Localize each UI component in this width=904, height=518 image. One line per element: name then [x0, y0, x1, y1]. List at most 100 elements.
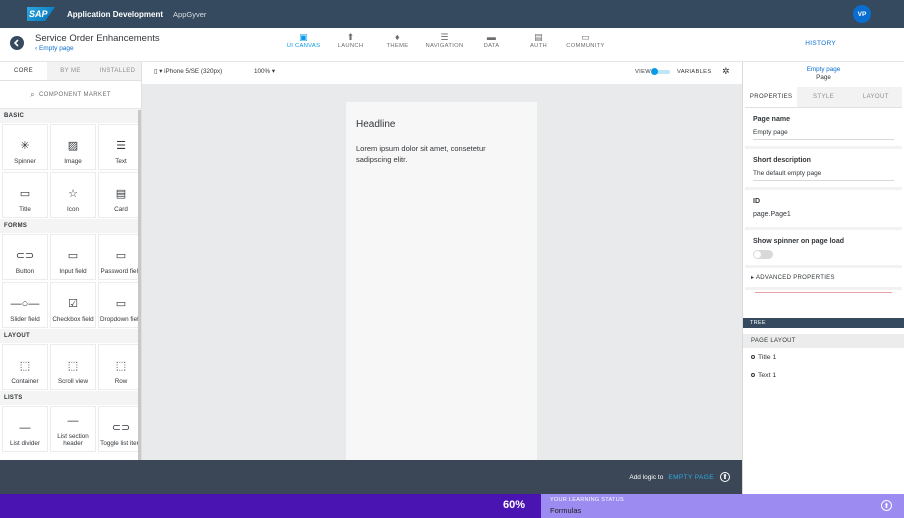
input-field-icon: ▭ [67, 250, 79, 262]
main-nav: ▣ UI CANVAS ⬆ LAUNCH ♦ THEME ☰ NAVIGATION ▬ D… [280, 31, 609, 49]
theme-icon: ♦ [395, 32, 400, 42]
back-icon[interactable] [10, 36, 24, 50]
headline-title[interactable]: Headline [356, 119, 395, 130]
community-icon: ▭ [581, 32, 590, 42]
add-logic[interactable]: Add logic to EMPTY PAGE ⬆ [629, 472, 730, 482]
node-icon [751, 355, 755, 359]
bug-icon[interactable]: ✲ [722, 66, 730, 77]
component-button[interactable]: ⊂⊃ Button [2, 234, 48, 280]
list-divider-icon: — [19, 422, 31, 434]
auth-icon: ▤ [534, 32, 543, 42]
short-description-property: Short description The default empty page [745, 149, 902, 190]
component-tabs: CORE BY ME INSTALLED [0, 62, 141, 81]
toggle-icon: ⊂⊃ [111, 422, 131, 434]
component-toggle-list-item[interactable]: ⊂⊃ Toggle list item [98, 406, 141, 452]
app-subtitle: AppGyver [173, 9, 207, 19]
expand-icon[interactable]: ⬆ [720, 472, 730, 482]
component-image[interactable]: ▨ Image [50, 124, 96, 170]
component-text[interactable]: ☰ Text [98, 124, 141, 170]
zoom-selector[interactable]: 100% ▾ [254, 68, 275, 75]
component-icon[interactable]: ☆ Icon [50, 172, 96, 218]
component-dropdown-field[interactable]: ▭ Dropdown field [98, 282, 141, 328]
device-selector[interactable]: ▯ ▾ iPhone 5/SE (320px) [154, 68, 222, 75]
row-icon: ⬚ [115, 360, 127, 372]
component-card[interactable]: ▤ Card [98, 172, 141, 218]
short-description-input[interactable]: The default empty page [753, 170, 894, 181]
nav-data[interactable]: ▬ DATA [468, 31, 515, 49]
component-checkbox-field[interactable]: ☑ Checkbox field [50, 282, 96, 328]
component-container[interactable]: ⬚ Container [2, 344, 48, 390]
nav-launch[interactable]: ⬆ LAUNCH [327, 31, 374, 49]
avatar[interactable]: VP [853, 5, 871, 23]
section-basic: BASIC [0, 109, 141, 123]
history-link[interactable]: HISTORY [805, 40, 836, 47]
section-layout: LAYOUT [0, 329, 141, 343]
data-icon: ▬ [486, 32, 497, 42]
logic-bar: Add logic to EMPTY PAGE ⬆ [0, 460, 742, 494]
app-header: Service Order Enhancements ‹ Empty page … [0, 28, 904, 62]
logic-target[interactable]: EMPTY PAGE [668, 474, 714, 481]
component-title[interactable]: ▭ Title [2, 172, 48, 218]
properties-panel: Empty page Page PROPERTIES STYLE LAYOUT … [742, 62, 904, 494]
page-label: Page [816, 74, 831, 81]
breadcrumb[interactable]: ‹ Empty page [35, 45, 74, 52]
component-spinner[interactable]: ✳ Spinner [2, 124, 48, 170]
tab-layout[interactable]: LAYOUT [849, 87, 902, 107]
spinner-icon: ✳ [20, 140, 30, 152]
section-lists: LISTS [0, 391, 141, 405]
tab-style[interactable]: STYLE [797, 87, 850, 107]
dropdown-icon: ▭ [115, 298, 127, 310]
learning-status[interactable]: YOUR LEARNING STATUS Formulas ⬆ [541, 494, 904, 518]
section-forms: FORMS [0, 219, 141, 233]
learning-status-value: Formulas [550, 506, 582, 515]
shell-bar: SAP Application Development AppGyver VP [0, 0, 904, 28]
component-list-section-header[interactable]: — List section header [50, 406, 96, 452]
component-password-field[interactable]: ▭ Password field [98, 234, 141, 280]
tab-properties[interactable]: PROPERTIES [745, 87, 798, 107]
canvas-toolbar: ▯ ▾ iPhone 5/SE (320px) 100% ▾ VIEW VARI… [142, 62, 742, 84]
tree-node-title[interactable]: Title 1 [751, 354, 776, 361]
sap-logo[interactable]: SAP [27, 7, 55, 21]
project-title: Service Order Enhancements [35, 33, 160, 44]
components-scrollbar[interactable] [138, 110, 141, 460]
page-name-input[interactable]: Empty page [753, 129, 894, 140]
spinner-property: Show spinner on page load [745, 230, 902, 268]
basic-grid: ✳ Spinner ▨ Image ☰ Text ▭ Title ☆ Icon ▤ Card [0, 123, 141, 219]
paragraph-text[interactable]: Lorem ipsum dolor sit amet, consetetur s… [356, 143, 521, 165]
checkbox-icon: ☑ [68, 298, 78, 310]
scroll-view-icon: ⬚ [67, 360, 79, 372]
lists-grid: — List divider — List section header ⊂⊃ Tog… [0, 405, 141, 453]
nav-community[interactable]: ▭ COMMUNITY [562, 31, 609, 49]
tab-core[interactable]: CORE [0, 62, 47, 80]
tree-header[interactable]: TREE [743, 318, 904, 328]
tab-by-me[interactable]: BY ME [47, 62, 94, 80]
button-icon: ⊂⊃ [15, 250, 35, 262]
star-icon: ☆ [68, 188, 78, 200]
text-icon: ☰ [116, 140, 126, 152]
advanced-properties-toggle[interactable]: ▸ ADVANCED PROPERTIES [745, 268, 902, 290]
id-value: page.Page1 [753, 211, 791, 218]
components-panel: CORE BY ME INSTALLED ⌕ COMPONENT MARKET … [0, 62, 142, 460]
tree-node-text[interactable]: Text 1 [751, 372, 776, 379]
component-row[interactable]: ⬚ Row [98, 344, 141, 390]
variables-label: VARIABLES [677, 69, 712, 75]
nav-navigation[interactable]: ☰ NAVIGATION [421, 31, 468, 49]
slider-icon: —○— [10, 298, 40, 310]
expand-up-icon[interactable]: ⬆ [881, 500, 892, 511]
view-variables-toggle[interactable] [651, 68, 670, 75]
component-slider-field[interactable]: —○— Slider field [2, 282, 48, 328]
component-market-button[interactable]: ⌕ COMPONENT MARKET [0, 81, 141, 109]
component-scroll-view[interactable]: ⬚ Scroll view [50, 344, 96, 390]
tab-installed[interactable]: INSTALLED [94, 62, 141, 80]
spinner-toggle[interactable] [753, 250, 773, 259]
nav-auth[interactable]: ▤ AUTH [515, 31, 562, 49]
learning-status-label: YOUR LEARNING STATUS [550, 497, 624, 503]
component-input-field[interactable]: ▭ Input field [50, 234, 96, 280]
page-link[interactable]: Empty page [743, 66, 904, 73]
view-label: VIEW [635, 69, 652, 75]
nav-ui-canvas[interactable]: ▣ UI CANVAS [280, 31, 327, 49]
property-tabs: PROPERTIES STYLE LAYOUT [745, 87, 902, 108]
phone-preview[interactable]: Headline Lorem ipsum dolor sit amet, con… [346, 102, 537, 460]
component-list-divider[interactable]: — List divider [2, 406, 48, 452]
nav-theme[interactable]: ♦ THEME [374, 31, 421, 49]
